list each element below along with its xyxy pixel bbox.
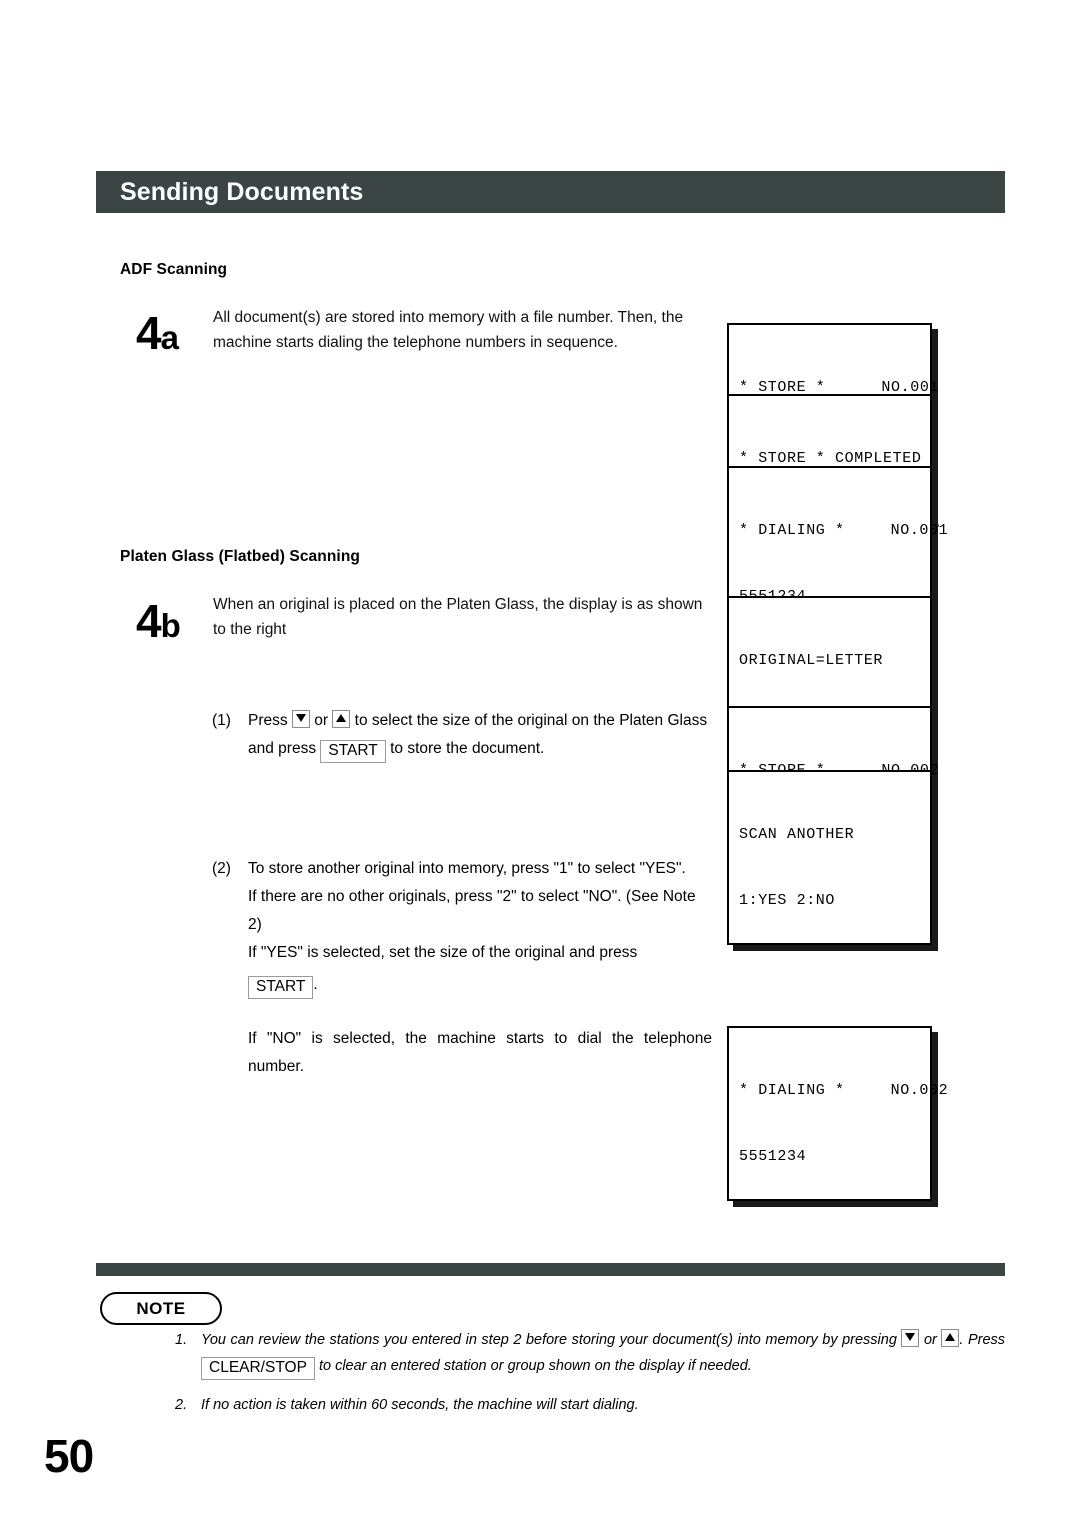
substep-2-content: To store another original into memory, p… — [248, 855, 712, 1081]
substep-1-text-b: or — [314, 712, 329, 729]
down-arrow-icon[interactable] — [291, 710, 310, 728]
lcd-line-2-left: 5551234 — [739, 1148, 807, 1165]
step-badge-4a: 4a — [136, 307, 179, 359]
substep-2-line-2: If there are no other originals, press "… — [248, 888, 696, 933]
step-badge-4b: 4b — [136, 595, 181, 647]
substep-2-line-4: If "NO" is selected, the machine starts … — [248, 1030, 712, 1075]
note-badge-label: NOTE — [136, 1298, 186, 1318]
substep-1-marker: (1) — [212, 712, 231, 729]
lcd-line-2: 1:YES 2:NO — [739, 890, 920, 912]
lcd-line-1-right: NO.002 — [890, 1082, 949, 1099]
note-item-1-text: You can review the stations you entered … — [201, 1327, 1005, 1380]
substep-2-marker: (2) — [212, 860, 231, 877]
substep-1: (1) Press or to select the size of the o… — [212, 707, 712, 763]
substep-2-line-1: To store another original into memory, p… — [248, 860, 686, 877]
up-arrow-icon[interactable] — [332, 710, 351, 728]
substep-1-content: Press or to select the size of the origi… — [248, 707, 712, 763]
lcd-line-1: SCAN ANOTHER — [739, 824, 920, 846]
lcd-line-1-left: * DIALING * — [739, 522, 845, 539]
start-key-button-2[interactable]: START — [248, 976, 314, 999]
lcd-display-scan-another: SCAN ANOTHER 1:YES 2:NO — [727, 770, 932, 945]
up-arrow-icon[interactable] — [941, 1329, 960, 1347]
step-badge-4b-number: 4 — [136, 595, 162, 647]
start-key-button[interactable]: START — [320, 740, 386, 763]
step-badge-4b-letter: b — [160, 607, 181, 644]
section-heading-adf-scanning: ADF Scanning — [120, 261, 228, 278]
lcd-display-dialing-no-002: * DIALING * NO.002 5551234 — [727, 1026, 948, 1201]
lcd-line-1-right: NO.001 — [890, 522, 949, 539]
note-list: 1. You can review the stations you enter… — [175, 1327, 1005, 1430]
lcd-line-1: * DIALING * NO.001 — [739, 520, 948, 542]
note-item-2: 2. If no action is taken within 60 secon… — [175, 1392, 1005, 1418]
lcd-line-1: ORIGINAL=LETTER — [739, 650, 920, 672]
lcd-line-2-left: 1:YES 2:NO — [739, 892, 836, 909]
section-heading-platen-glass-scanning: Platen Glass (Flatbed) Scanning — [120, 548, 360, 565]
paragraph-adf-scanning: All document(s) are stored into memory w… — [213, 309, 684, 351]
note-item-1-number: 1. — [175, 1332, 188, 1348]
note-item-1-text-b: or — [923, 1332, 937, 1348]
note-item-2-number: 2. — [175, 1397, 188, 1413]
lcd-line-1: * DIALING * NO.002 — [739, 1080, 948, 1102]
step-badge-4a-number: 4 — [136, 307, 162, 359]
lcd-line-2: 5551234 — [739, 1146, 920, 1168]
lcd-line-1-left: * DIALING * — [739, 1082, 845, 1099]
note-divider-rule — [96, 1263, 1005, 1276]
note-item-2-text: If no action is taken within 60 seconds,… — [201, 1397, 639, 1413]
clear-stop-key-button[interactable]: CLEAR/STOP — [201, 1357, 315, 1380]
down-arrow-icon[interactable] — [901, 1329, 920, 1347]
note-item-1-text-a: You can review the stations you entered … — [201, 1332, 897, 1348]
substep-2-line-3-tail: . — [313, 976, 318, 993]
substep-2-line-3: If "YES" is selected, set the size of th… — [248, 944, 638, 961]
substep-1-text-d: to store the document. — [390, 740, 545, 757]
substep-2: (2) To store another original into memor… — [212, 855, 712, 1081]
page-header-banner: Sending Documents — [96, 171, 1005, 213]
note-item-1-text-c: . Press — [959, 1332, 1006, 1348]
page-number: 50 — [44, 1430, 94, 1482]
step-badge-4a-letter: a — [160, 319, 179, 356]
page-title: Sending Documents — [120, 177, 364, 206]
lcd-line-1-left: SCAN ANOTHER — [739, 826, 855, 843]
note-item-1: 1. You can review the stations you enter… — [175, 1327, 1005, 1380]
substep-2-start-line: START. — [248, 971, 712, 999]
note-item-1-text-d: to clear an entered station or group sho… — [318, 1358, 752, 1374]
lcd-line-1-left: * STORE * COMPLETED — [739, 450, 922, 467]
lcd-line-1-left: ORIGINAL=LETTER — [739, 652, 884, 669]
note-badge: NOTE — [100, 1292, 222, 1325]
substep-1-text-a: Press — [248, 712, 288, 729]
paragraph-platen-scanning: When an original is placed on the Platen… — [213, 596, 703, 638]
